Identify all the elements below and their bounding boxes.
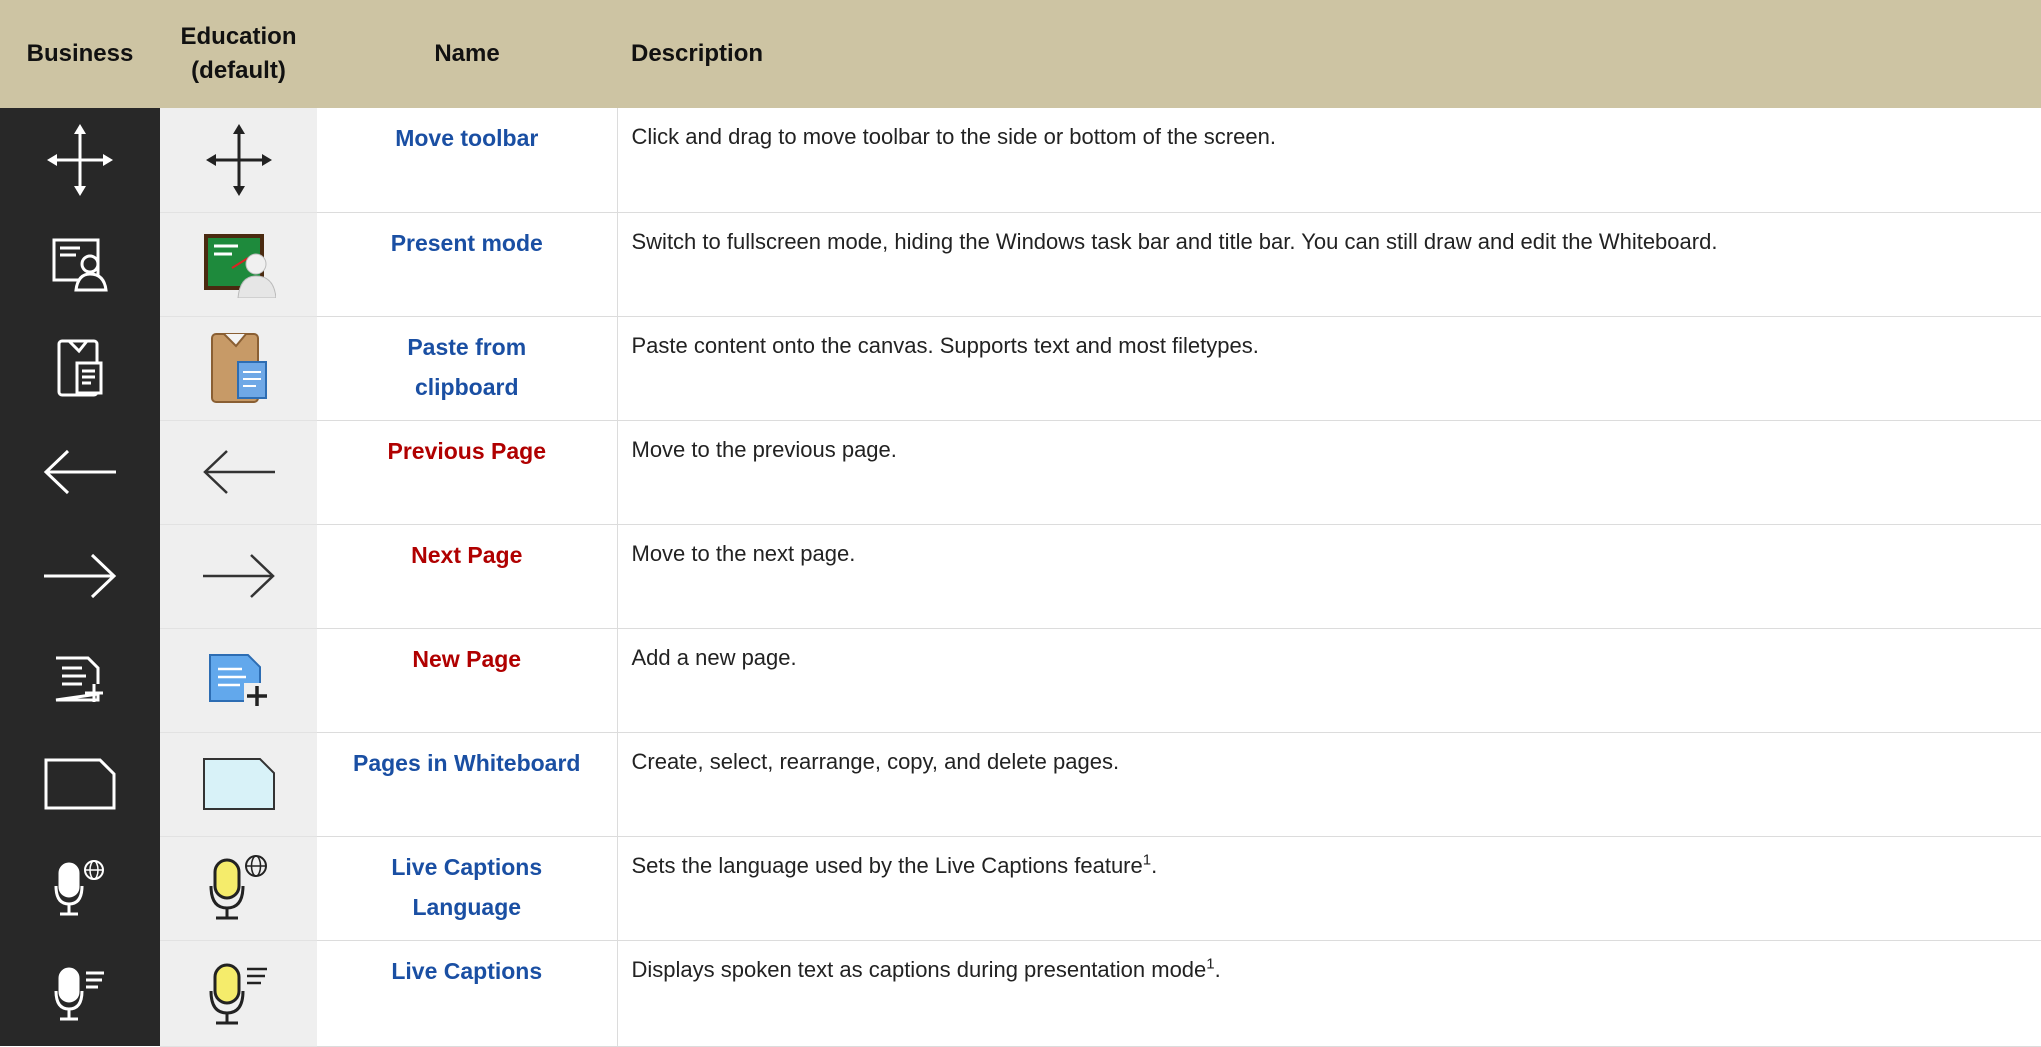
business-icon-cell (0, 628, 160, 732)
table-row: Next Page Move to the next page. (0, 524, 2041, 629)
table-row: Move toolbar Click and drag to move tool… (0, 108, 2041, 213)
tool-description: Click and drag to move toolbar to the si… (617, 108, 2041, 213)
tool-name[interactable]: Live Captions Language (317, 836, 618, 941)
pages-icon (44, 758, 116, 810)
table-row: New Page Add a new page. (0, 628, 2041, 733)
business-icon-cell (0, 836, 160, 940)
footnote-marker[interactable]: 1 (1206, 955, 1214, 972)
arrow-right-icon (202, 554, 275, 598)
tool-name[interactable]: Next Page (317, 524, 618, 629)
present-mode-icon (52, 238, 108, 292)
header-business: Business (26, 40, 134, 67)
education-icon-cell (160, 836, 317, 941)
table-row: Previous Page Move to the previous page. (0, 420, 2041, 525)
clipboard-icon (210, 333, 267, 403)
table-row: Present mode Switch to fullscreen mode, … (0, 212, 2041, 317)
present-mode-icon (203, 234, 276, 298)
toolbar-reference-table: Business Education (default) Name Descrip… (0, 0, 2041, 1047)
footnote-marker[interactable]: 1 (1143, 851, 1151, 868)
arrow-left-icon (202, 450, 275, 494)
tool-description: Add a new page. (617, 628, 2041, 733)
new-page-icon (208, 654, 270, 707)
tool-description: Move to the previous page. (617, 420, 2041, 525)
education-icon-cell (160, 732, 317, 837)
tool-name[interactable]: New Page (317, 628, 618, 733)
tool-description: Move to the next page. (617, 524, 2041, 629)
move-icon (47, 124, 113, 196)
table-row: Paste from clipboard Paste content onto t… (0, 316, 2041, 421)
table-header: Business Education (default) Name Descrip… (0, 0, 2041, 108)
education-icon-cell (160, 940, 317, 1047)
microphone-globe-icon (54, 860, 104, 916)
business-icon-cell (0, 316, 160, 420)
move-icon (205, 123, 272, 196)
pages-icon (202, 758, 275, 810)
new-page-icon (55, 656, 103, 702)
tool-description: Displays spoken text as captions during … (617, 940, 2041, 1047)
business-icon-cell (0, 940, 160, 1046)
tool-name[interactable]: Present mode (317, 212, 618, 317)
tool-name[interactable]: Move toolbar (317, 108, 618, 213)
education-icon-cell (160, 524, 317, 629)
header-name: Name (434, 40, 500, 67)
header-description: Description (631, 40, 764, 67)
business-icon-cell (0, 108, 160, 212)
business-icon-cell (0, 420, 160, 524)
tool-name[interactable]: Previous Page (317, 420, 618, 525)
header-education: Education (default) (180, 23, 297, 84)
tool-name[interactable]: Live Captions (317, 940, 618, 1047)
table-row: Live Captions Displays spoken text as ca… (0, 940, 2041, 1047)
education-icon-cell (160, 316, 317, 421)
tool-name[interactable]: Pages in Whiteboard (317, 732, 618, 837)
tool-description: Create, select, rearrange, copy, and del… (617, 732, 2041, 837)
tool-description: Sets the language used by the Live Capti… (617, 836, 2041, 941)
table-row: Pages in Whiteboard Create, select, rear… (0, 732, 2041, 837)
table-row: Live Captions Language Sets the language … (0, 836, 2041, 941)
tool-description: Paste content onto the canvas. Supports … (617, 316, 2041, 421)
clipboard-icon (57, 339, 103, 397)
arrow-right-icon (44, 553, 117, 599)
business-icon-cell (0, 212, 160, 316)
education-icon-cell (160, 628, 317, 733)
arrow-left-icon (43, 449, 116, 495)
tool-name[interactable]: Paste from clipboard (317, 316, 618, 421)
business-icon-cell (0, 732, 160, 836)
microphone-globe-icon (209, 855, 267, 920)
business-icon-cell (0, 524, 160, 628)
education-icon-cell (160, 212, 317, 317)
education-icon-cell (160, 420, 317, 525)
microphone-captions-icon (54, 967, 104, 1021)
education-icon-cell (160, 108, 317, 213)
microphone-captions-icon (209, 963, 267, 1025)
tool-description: Switch to fullscreen mode, hiding the Wi… (617, 212, 2041, 317)
